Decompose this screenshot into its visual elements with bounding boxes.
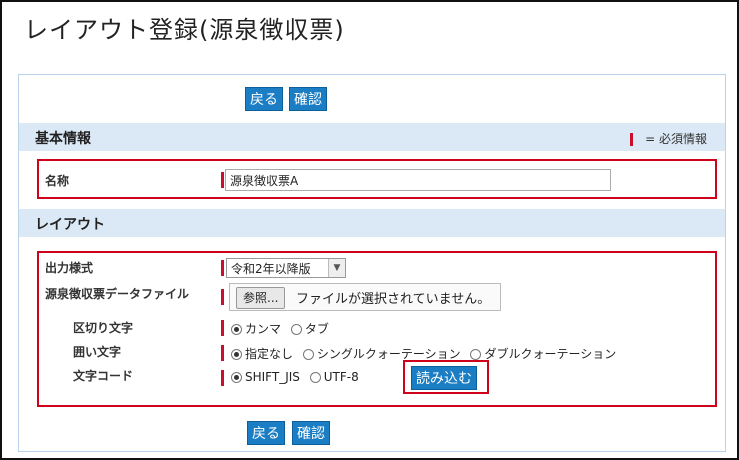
quote-option-none[interactable]: 指定なし — [231, 347, 293, 361]
output-format-label: 出力様式 — [45, 261, 94, 275]
chevron-down-icon: ▼ — [328, 259, 345, 277]
section-title-basic: 基本情報 — [35, 131, 91, 147]
browse-button[interactable]: 参照... — [236, 287, 286, 309]
required-mark-icon — [221, 345, 224, 361]
data-file-label: 源泉徴収票データファイル — [45, 287, 190, 301]
file-status-text: ファイルが選択されていません。 — [296, 292, 491, 307]
name-input[interactable]: 源泉徴収票A — [225, 169, 611, 191]
encoding-label: 文字コード — [73, 369, 134, 383]
encoding-radio-group: SHIFT_JIS UTF-8 — [231, 370, 365, 384]
required-mark-icon — [630, 133, 634, 146]
back-button-bottom[interactable]: 戻る — [247, 421, 285, 445]
required-mark-icon — [221, 172, 224, 188]
delimiter-radio-group: カンマ タブ — [231, 320, 335, 337]
file-picker: 参照... ファイルが選択されていません。 — [229, 283, 501, 311]
output-format-value: 令和2年以降版 — [231, 262, 311, 276]
section-basic-info: 基本情報 = 必須情報 — [19, 123, 725, 151]
radio-icon[interactable] — [470, 349, 482, 360]
load-button[interactable]: 読み込む — [411, 366, 477, 390]
back-button-top[interactable]: 戻る — [245, 87, 283, 111]
load-button-highlight: 読み込む — [403, 360, 489, 394]
quote-label: 囲い文字 — [73, 345, 122, 359]
required-mark-icon — [221, 289, 224, 305]
radio-icon[interactable] — [231, 324, 242, 335]
form-panel: 戻る 確認 基本情報 = 必須情報 名称 源泉徴収票A レイアウト 出力様式 令… — [18, 74, 726, 452]
delimiter-label: 区切り文字 — [73, 321, 134, 335]
radio-icon[interactable] — [302, 349, 314, 360]
name-label: 名称 — [45, 174, 70, 188]
section-title-layout: レイアウト — [35, 217, 105, 233]
delimiter-option-comma[interactable]: カンマ — [231, 322, 281, 336]
layout-rows-highlight: 出力様式 令和2年以降版 ▼ 源泉徴収票データファイル 参照... ファイルが選… — [37, 251, 717, 407]
quote-option-double[interactable]: ダブルクォーテーション — [470, 347, 616, 361]
required-mark-icon — [221, 260, 224, 276]
page-title: レイアウト登録(源泉徴収票) — [24, 16, 345, 44]
delimiter-option-tab[interactable]: タブ — [290, 322, 329, 336]
required-legend: = 必須情報 — [630, 130, 707, 147]
required-mark-icon — [221, 320, 224, 336]
output-format-select[interactable]: 令和2年以降版 ▼ — [226, 258, 346, 278]
radio-icon[interactable] — [290, 324, 302, 335]
confirm-button-top[interactable]: 確認 — [289, 87, 327, 111]
window-frame: レイアウト登録(源泉徴収票) 戻る 確認 基本情報 = 必須情報 名称 源泉徴収… — [0, 0, 739, 460]
section-layout: レイアウト — [19, 209, 725, 237]
radio-icon[interactable] — [309, 372, 321, 383]
radio-icon[interactable] — [231, 349, 242, 360]
radio-icon[interactable] — [231, 372, 242, 383]
encoding-option-sjis[interactable]: SHIFT_JIS — [231, 370, 300, 384]
required-legend-text: = 必須情報 — [645, 132, 707, 146]
encoding-option-utf8[interactable]: UTF-8 — [309, 370, 359, 384]
quote-option-single[interactable]: シングルクォーテーション — [302, 347, 461, 361]
name-row-highlight: 名称 源泉徴収票A — [37, 159, 717, 199]
required-mark-icon — [221, 370, 224, 386]
confirm-button-bottom[interactable]: 確認 — [292, 421, 330, 445]
